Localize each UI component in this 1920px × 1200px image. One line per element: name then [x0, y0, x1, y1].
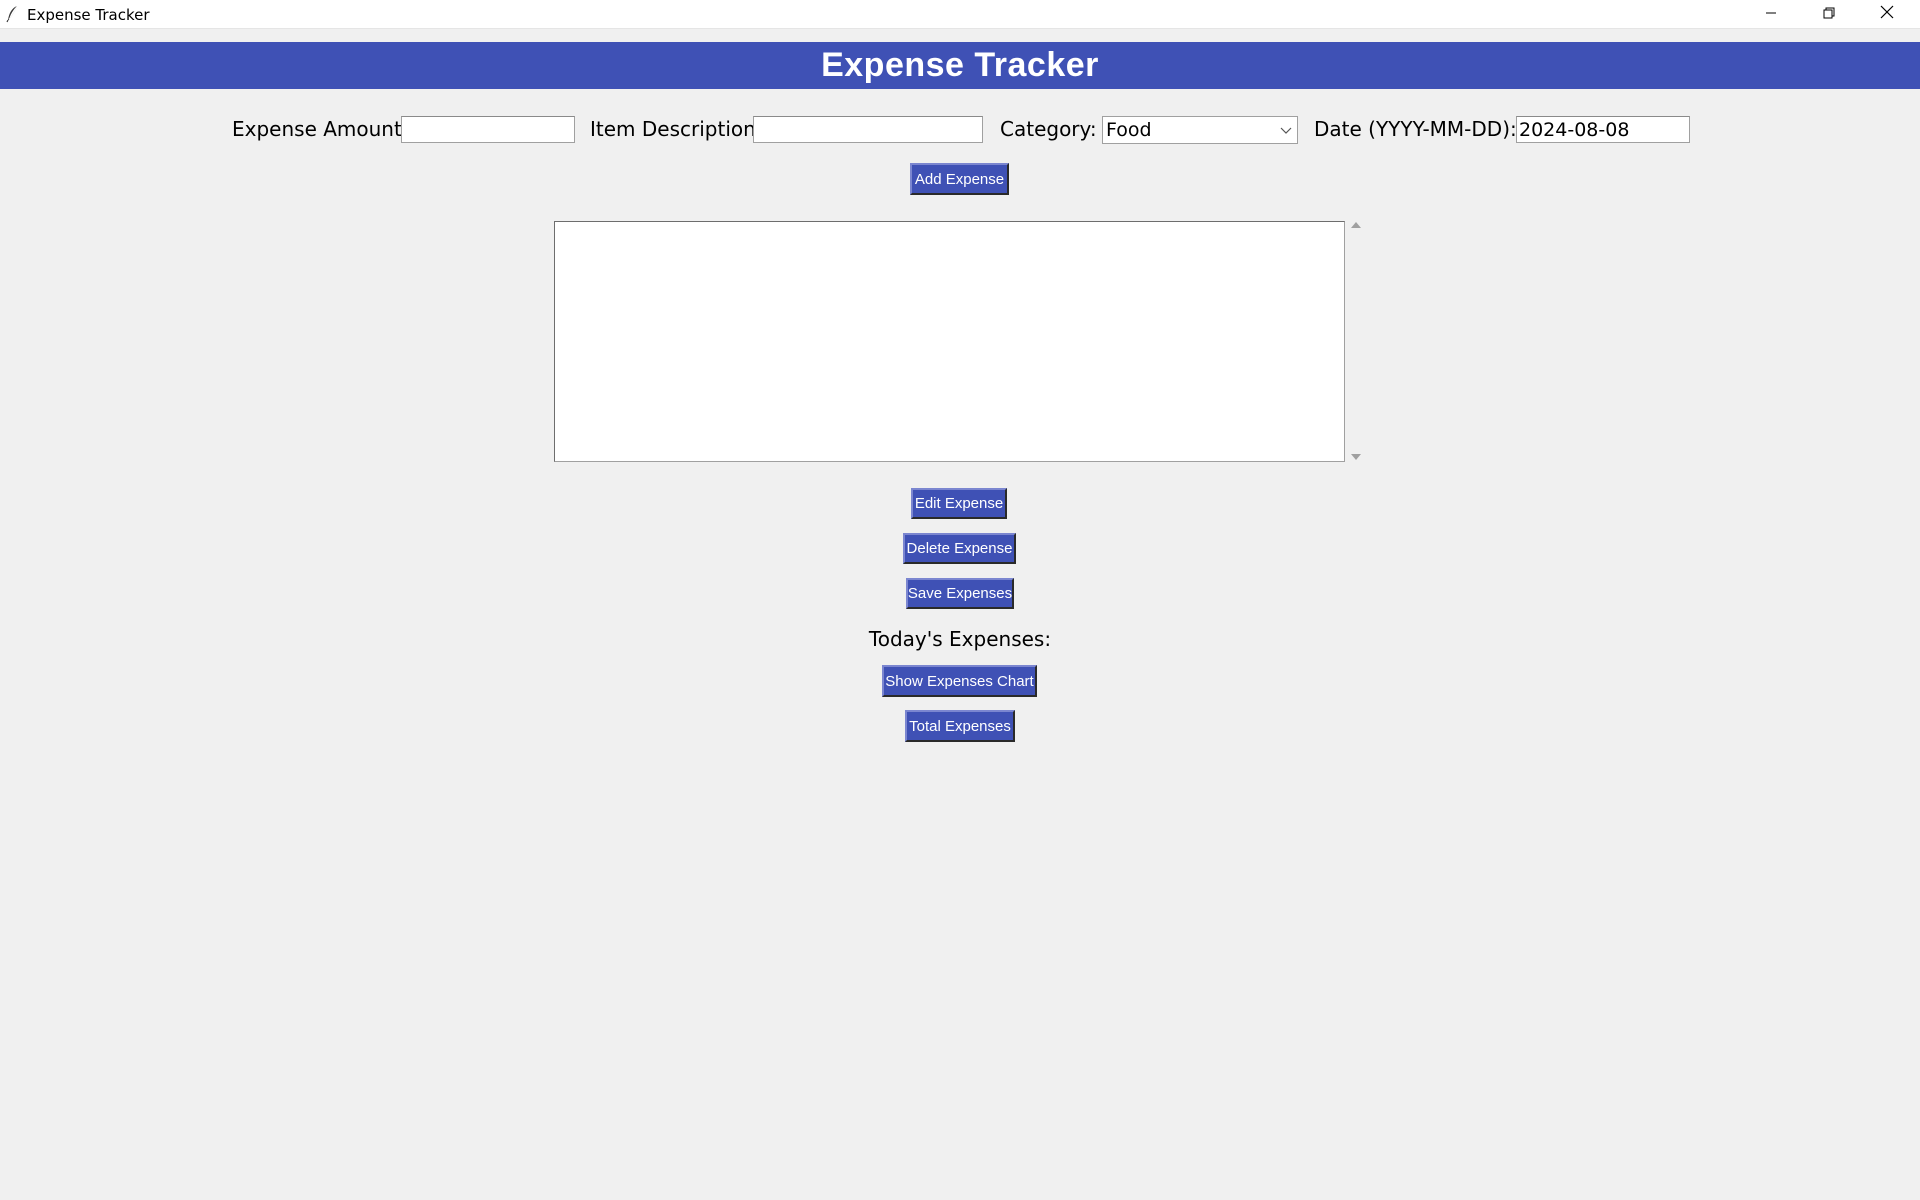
close-button[interactable] — [1858, 0, 1916, 29]
window-title: Expense Tracker — [27, 6, 150, 24]
title-bar: Expense Tracker — [0, 0, 1920, 29]
app-header: Expense Tracker — [0, 42, 1920, 89]
category-selected-value: Food — [1106, 119, 1152, 141]
save-expenses-button[interactable]: Save Expenses — [906, 578, 1014, 609]
amount-input[interactable] — [401, 116, 575, 143]
page-title: Expense Tracker — [821, 46, 1099, 84]
description-input[interactable] — [753, 116, 983, 143]
description-label: Item Description: — [590, 117, 763, 141]
chevron-down-icon[interactable] — [1279, 123, 1293, 137]
feather-icon — [5, 5, 21, 23]
delete-expense-button[interactable]: Delete Expense — [903, 533, 1016, 564]
triangle-up-icon[interactable] — [1349, 218, 1363, 232]
category-label: Category: — [1000, 117, 1097, 141]
expense-listbox[interactable] — [554, 221, 1345, 462]
minimize-icon — [1765, 6, 1777, 24]
restore-icon — [1823, 6, 1835, 24]
show-expenses-chart-button[interactable]: Show Expenses Chart — [882, 665, 1037, 697]
maximize-button[interactable] — [1800, 0, 1858, 29]
app-window: Expense Tracker Expense Tracker Expense … — [0, 0, 1920, 1200]
todays-expenses-label: Today's Expenses: — [868, 627, 1052, 651]
amount-label: Expense Amount: — [232, 117, 409, 141]
close-icon — [1880, 5, 1894, 24]
category-select[interactable]: Food — [1102, 116, 1298, 144]
listbox-scrollbar[interactable] — [1346, 216, 1366, 466]
date-label: Date (YYYY-MM-DD): — [1314, 117, 1517, 141]
minimize-button[interactable] — [1742, 0, 1800, 29]
edit-expense-button[interactable]: Edit Expense — [911, 488, 1007, 519]
triangle-down-icon[interactable] — [1349, 450, 1363, 464]
total-expenses-button[interactable]: Total Expenses — [905, 710, 1015, 742]
add-expense-button[interactable]: Add Expense — [910, 163, 1009, 195]
date-input[interactable] — [1516, 116, 1690, 143]
